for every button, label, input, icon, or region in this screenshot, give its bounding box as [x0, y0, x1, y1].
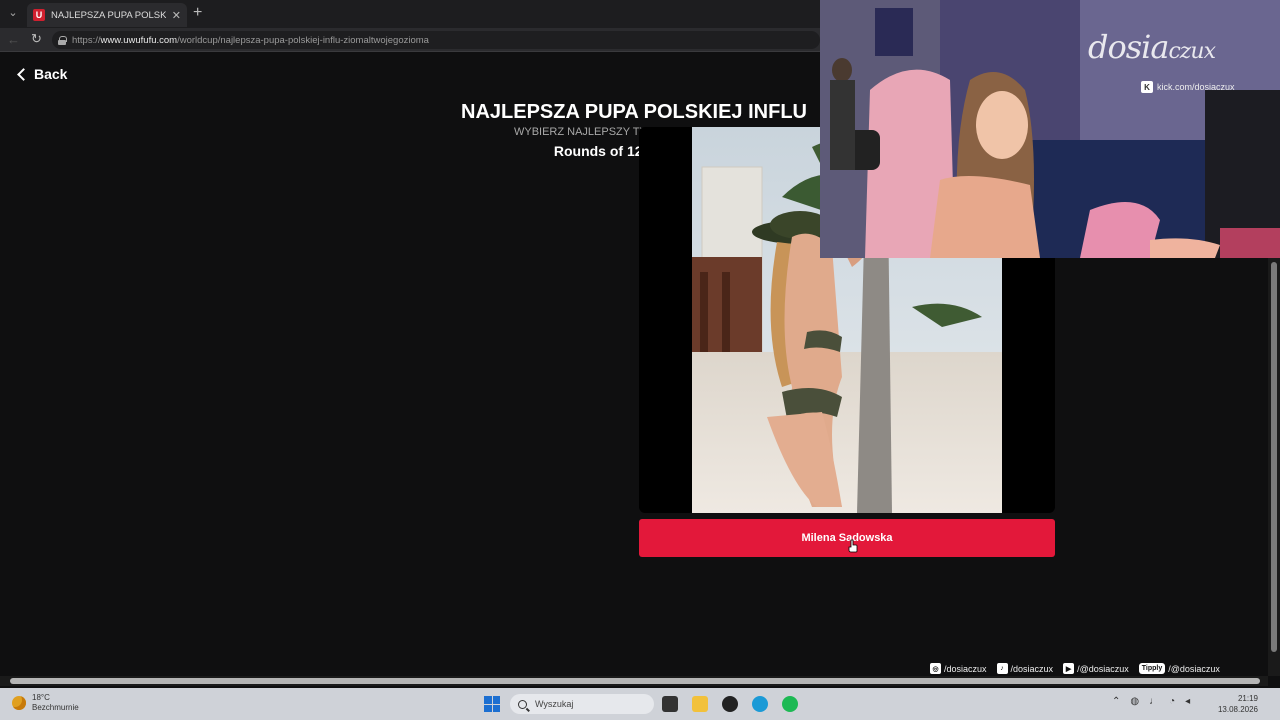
system-tray: ⌃ ◍ ♩ ◔ ◂ [1112, 696, 1190, 707]
weather-temp: 18°C [32, 693, 50, 702]
file-explorer-icon[interactable] [692, 696, 708, 712]
kick-link: K kick.com/dosiaczux [1141, 81, 1235, 93]
lock-icon [58, 35, 67, 45]
volume-icon[interactable]: ◂ [1185, 696, 1190, 707]
youtube-icon: ▶ [1063, 663, 1075, 674]
edge-browser-icon[interactable] [752, 696, 768, 712]
kick-handle: kick.com/dosiaczux [1157, 82, 1235, 92]
page-title: NAJLEPSZA PUPA POLSKIEJ INFLU [461, 101, 807, 123]
kick-icon: K [1141, 81, 1153, 93]
scrollbar-thumb[interactable] [10, 678, 1260, 684]
back-button[interactable]: Back [16, 66, 67, 82]
vertical-scrollbar[interactable] [1268, 258, 1280, 676]
windows-start-icon[interactable] [484, 696, 500, 712]
address-bar[interactable]: https://www.uwufufu.com/worldcup/najleps… [52, 31, 820, 49]
social-handle: /dosiaczux [1010, 663, 1054, 674]
microphone-icon[interactable]: ♩ [1149, 696, 1159, 707]
browser-back-icon[interactable]: ← [7, 32, 20, 47]
spotify-icon[interactable] [782, 696, 798, 712]
social-handle: /dosiaczux [944, 663, 987, 674]
tipply-icon: Tipply [1138, 663, 1166, 674]
search-placeholder: Wyszukaj [535, 699, 574, 709]
choose-candidate-button[interactable]: Milena Sadowska [639, 519, 1055, 557]
task-view-icon[interactable] [662, 696, 678, 712]
hand-cursor-icon [848, 539, 858, 553]
chevron-left-icon [17, 67, 30, 81]
social-handle: /@dosiaczux [1168, 663, 1220, 674]
social-tipply: Tipply /@dosiaczux [1138, 663, 1220, 674]
reload-icon[interactable]: ↻ [31, 31, 42, 47]
social-tiktok: ♪ /dosiaczux [996, 663, 1054, 674]
network-icon[interactable]: ◍ [1130, 696, 1139, 707]
taskbar-clock[interactable]: 21:19 13.08.2026 [1208, 693, 1258, 715]
moon-icon [12, 696, 26, 710]
social-instagram: ◎ /dosiaczux [930, 663, 987, 674]
clock-date: 13.08.2026 [1217, 705, 1258, 714]
taskbar-search[interactable]: Wyszukaj [510, 694, 654, 714]
back-label: Back [34, 66, 68, 82]
search-icon [518, 699, 527, 709]
wifi-icon[interactable]: ◔ [1169, 696, 1175, 707]
url-text: https://www.uwufufu.com/worldcup/najleps… [72, 34, 429, 46]
scrollbar-thumb[interactable] [1271, 262, 1277, 652]
social-youtube: ▶ /@dosiaczux [1063, 663, 1129, 674]
social-handle: /@dosiaczux [1077, 663, 1129, 674]
tab-title: NAJLEPSZA PUPA POLSKIEJ INFLU [51, 9, 166, 21]
horizontal-scrollbar[interactable] [0, 676, 1268, 686]
browser-tab[interactable]: U NAJLEPSZA PUPA POLSKIEJ INFLU ✕ [27, 3, 187, 27]
windows-taskbar: 18°C Bezchmurnie Wyszukaj ⌃ ◍ ♩ ◔ ◂ 21:1… [0, 688, 1280, 720]
weather-widget[interactable]: 18°C Bezchmurnie [12, 693, 79, 713]
tab-close-icon[interactable]: ✕ [172, 9, 181, 22]
chevron-up-icon[interactable]: ⌃ [1112, 696, 1120, 707]
social-handles: ◎ /dosiaczux ♪ /dosiaczux ▶ /@dosiaczux … [930, 663, 1220, 674]
instagram-icon: ◎ [930, 663, 941, 674]
weather-desc: Bezchmurnie [32, 703, 79, 712]
app-icon[interactable] [722, 696, 738, 712]
tab-list-icon[interactable]: ⌄ [4, 4, 22, 22]
clock-time: 21:19 [1237, 694, 1258, 703]
new-tab-icon[interactable]: + [193, 5, 202, 21]
screen: ⌄ U NAJLEPSZA PUPA POLSKIEJ INFLU ✕ + ← … [0, 0, 1280, 720]
tiktok-icon: ♪ [996, 663, 1008, 674]
channel-logo: dosiaczux [1088, 28, 1216, 66]
site-favicon-icon: U [33, 9, 45, 21]
